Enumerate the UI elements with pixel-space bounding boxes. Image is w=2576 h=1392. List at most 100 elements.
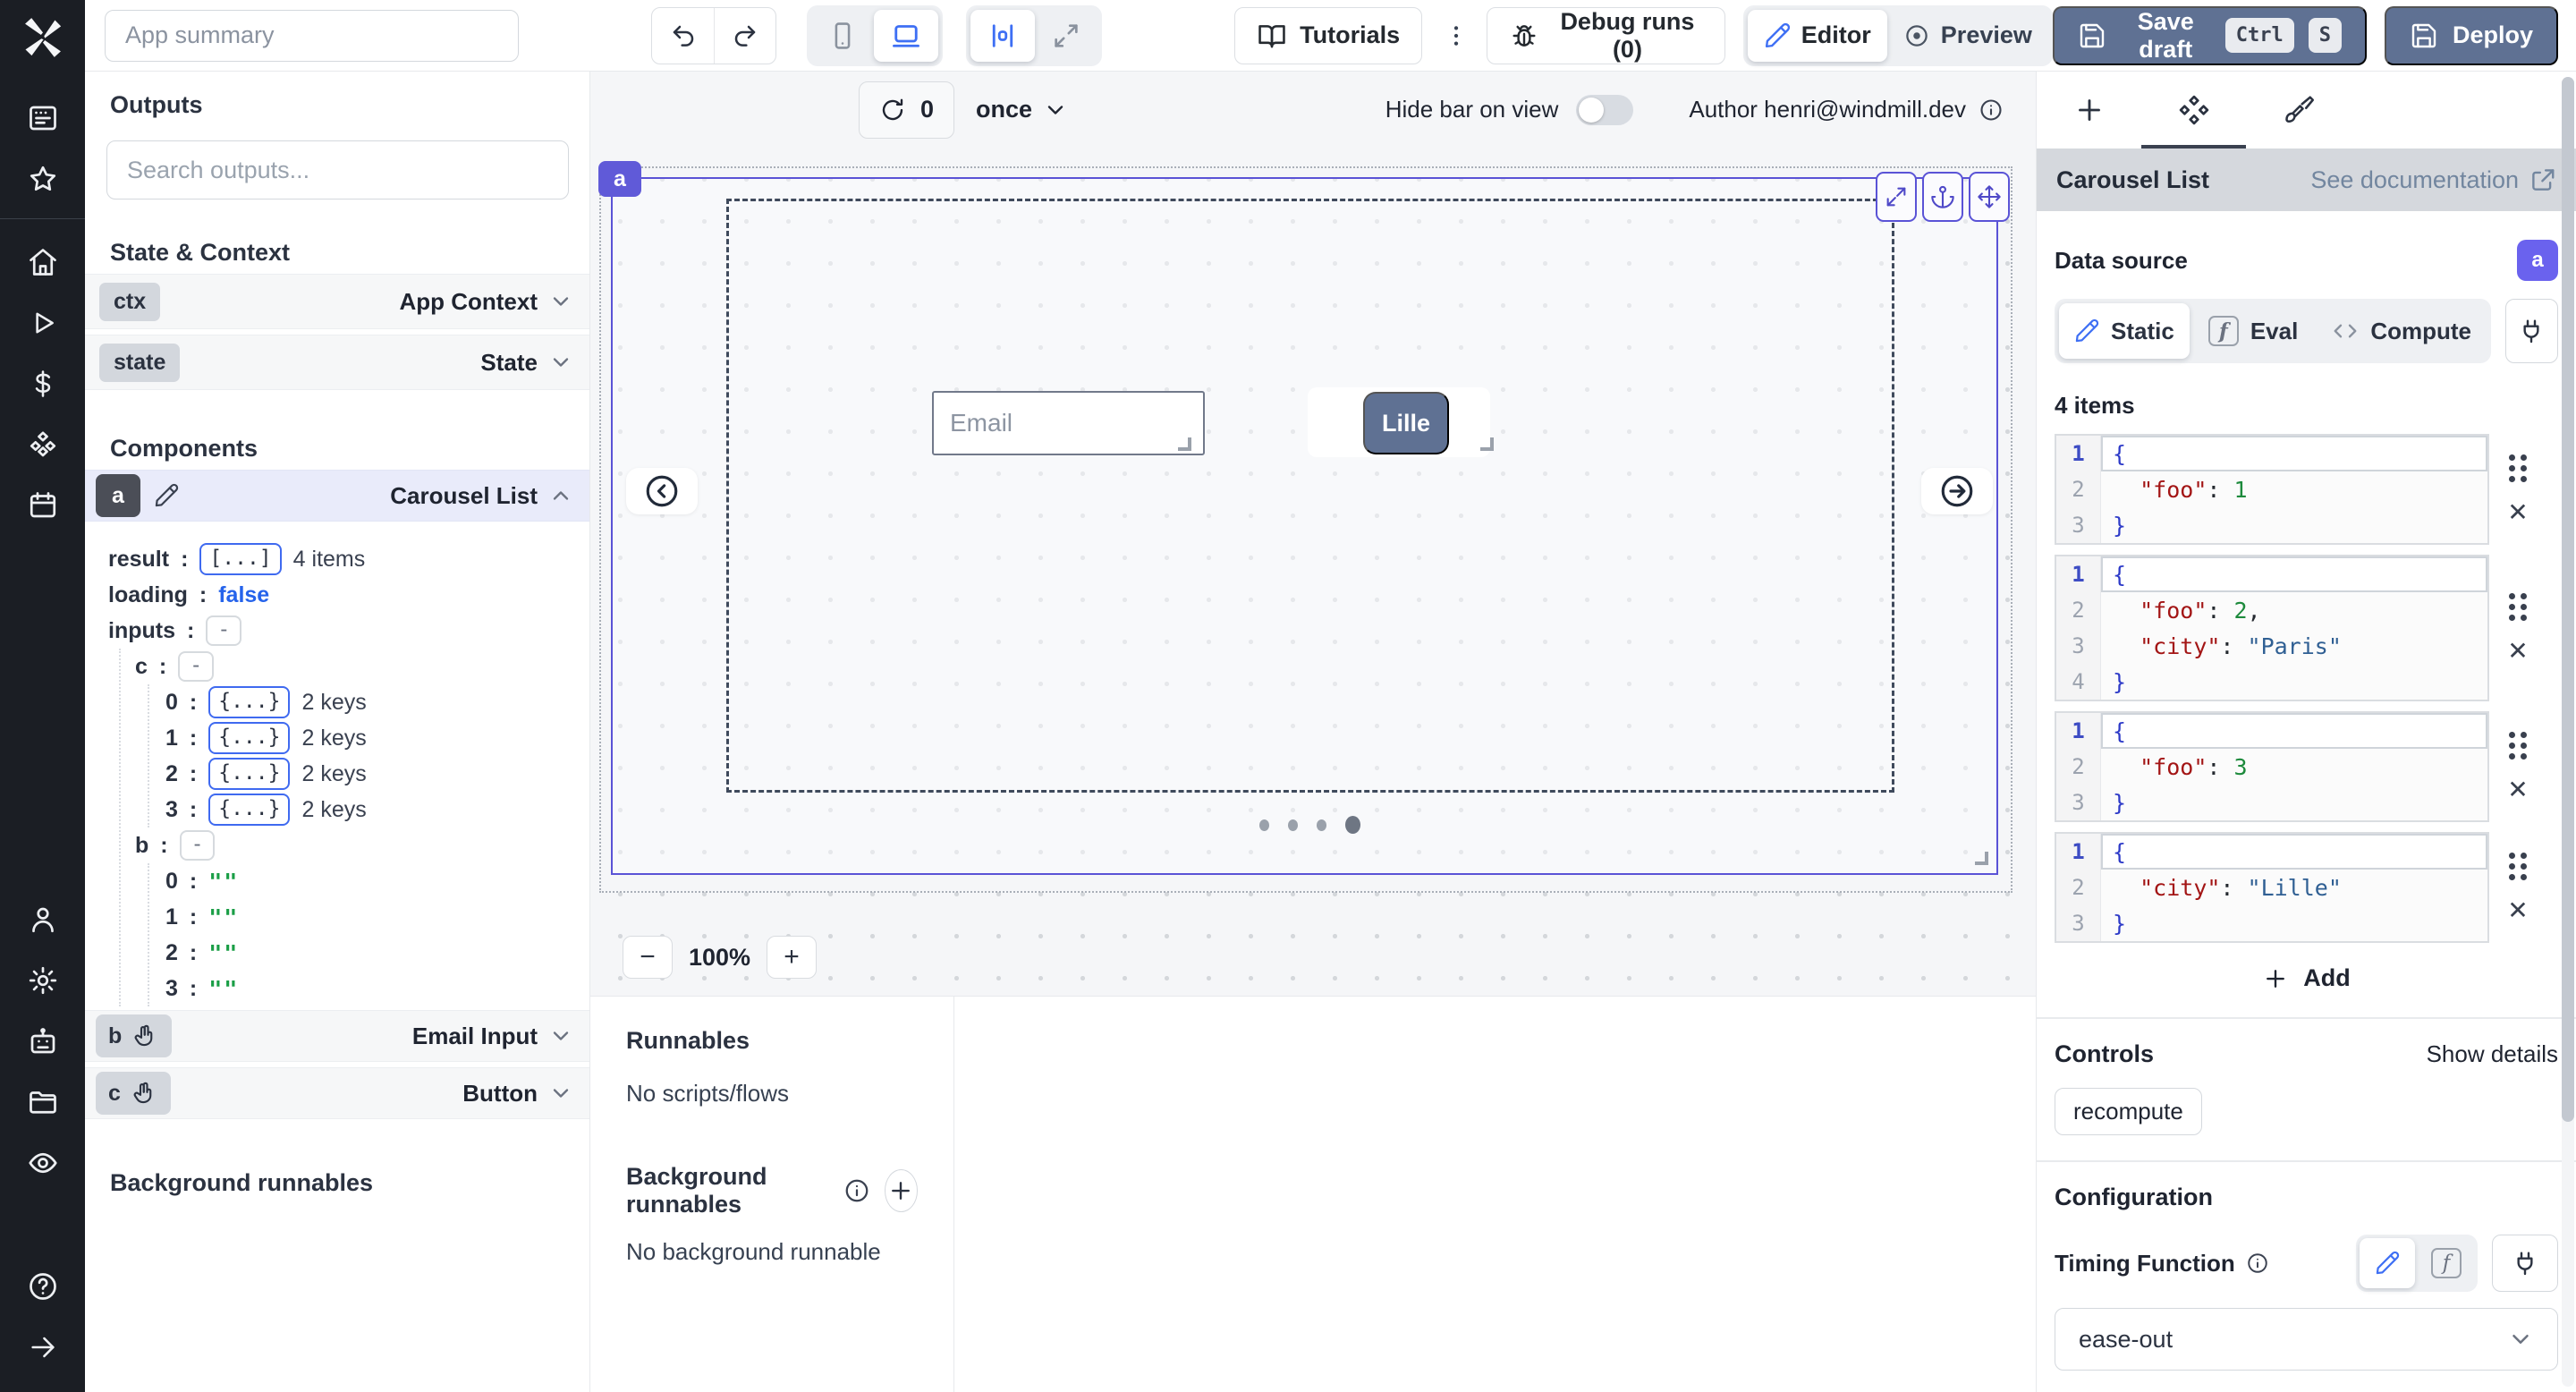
undo-button[interactable]	[652, 8, 714, 64]
chevron-down-icon[interactable]	[548, 1081, 573, 1106]
move-component-button[interactable]	[1969, 172, 2010, 222]
output-row-state[interactable]: state State	[85, 335, 589, 390]
debug-runs-button[interactable]: Debug runs (0)	[1487, 7, 1725, 64]
drag-handle-icon[interactable]	[2509, 454, 2528, 482]
static-pencil-button[interactable]	[2360, 1238, 2415, 1288]
settings-gear-icon[interactable]	[25, 963, 61, 998]
app-summary-input[interactable]	[105, 10, 519, 62]
zoom-in-button[interactable]: +	[767, 936, 817, 979]
center-align-button[interactable]	[970, 10, 1035, 62]
apps-icon[interactable]	[25, 100, 61, 136]
delete-item-icon[interactable]: ✕	[2507, 639, 2528, 664]
editor-tab[interactable]: Editor	[1748, 10, 1887, 62]
fullscreen-button[interactable]	[1035, 10, 1097, 62]
show-details-link[interactable]: Show details	[2427, 1040, 2558, 1068]
carousel-dot[interactable]	[1288, 819, 1298, 831]
carousel-dot[interactable]	[1259, 819, 1269, 831]
carousel-dot[interactable]	[1317, 819, 1326, 831]
chevron-down-icon[interactable]	[548, 350, 573, 375]
expand-component-button[interactable]	[1876, 172, 1917, 222]
save-draft-button[interactable]: Save draft Ctrl S	[2053, 6, 2367, 65]
runs-icon[interactable]	[25, 305, 61, 341]
component-row-b[interactable]: b Email Input	[85, 1010, 589, 1062]
eval-function-button[interactable]: f	[2419, 1238, 2474, 1288]
users-icon[interactable]	[25, 902, 61, 938]
lille-button-component[interactable]: Lille	[1363, 392, 1449, 454]
chevron-down-icon[interactable]	[548, 289, 573, 314]
folders-icon[interactable]	[25, 1084, 61, 1120]
collapse-button[interactable]: -	[178, 651, 214, 682]
chevron-up-icon[interactable]	[548, 483, 573, 508]
insert-component-tab[interactable]	[2037, 72, 2141, 149]
component-row-a[interactable]: a Carousel List	[85, 470, 589, 522]
windmill-logo-icon[interactable]	[20, 14, 66, 61]
deploy-button[interactable]: Deploy	[2385, 6, 2558, 65]
home-icon[interactable]	[25, 244, 61, 280]
drag-handle-icon[interactable]	[2509, 853, 2528, 880]
anchor-component-button[interactable]	[1922, 172, 1963, 222]
scrollbar-thumb[interactable]	[2562, 77, 2574, 1122]
carousel-dot-active[interactable]	[1345, 816, 1360, 834]
static-mode-button[interactable]: Static	[2059, 303, 2190, 359]
result-array-badge[interactable]: [...]	[199, 543, 281, 575]
carousel-prev-button[interactable]	[626, 468, 698, 514]
desktop-view-button[interactable]	[874, 10, 938, 62]
refresh-counter-button[interactable]: 0	[859, 81, 954, 139]
email-input-component[interactable]: Email	[932, 391, 1205, 455]
collapse-button[interactable]: -	[180, 830, 216, 861]
recompute-pill[interactable]: recompute	[2055, 1088, 2202, 1135]
resize-handle[interactable]	[1975, 852, 1988, 865]
see-documentation-link[interactable]: See documentation	[2310, 166, 2556, 194]
json-code-editor[interactable]: 1{2 "foo": 2,3 "city": "Paris"4}	[2055, 555, 2489, 701]
search-outputs-input[interactable]	[106, 140, 569, 199]
object-badge[interactable]: {...}	[208, 794, 290, 826]
canvas-component-badge[interactable]: a	[598, 161, 641, 197]
preview-tab[interactable]: Preview	[1887, 10, 2048, 62]
mobile-view-button[interactable]	[811, 10, 874, 62]
audit-logs-eye-icon[interactable]	[25, 1145, 61, 1181]
object-badge[interactable]: {...}	[208, 758, 290, 790]
json-code-editor[interactable]: 1{2 "city": "Lille"3}	[2055, 832, 2489, 943]
info-icon[interactable]	[843, 1177, 870, 1204]
json-code-editor[interactable]: 1{2 "foo": 33}	[2055, 711, 2489, 822]
resize-handle[interactable]	[1480, 437, 1494, 451]
hide-bar-toggle[interactable]	[1576, 95, 1633, 125]
connect-plug-button[interactable]	[2492, 1235, 2558, 1292]
run-mode-dropdown[interactable]: once	[976, 96, 1068, 123]
workers-icon[interactable]	[25, 1023, 61, 1059]
delete-item-icon[interactable]: ✕	[2507, 898, 2528, 923]
collapse-button[interactable]: -	[206, 615, 242, 646]
compute-mode-button[interactable]: Compute	[2317, 303, 2487, 359]
add-item-button[interactable]: Add	[2055, 964, 2558, 992]
styling-tab[interactable]	[2246, 72, 2351, 149]
zoom-out-button[interactable]: −	[623, 936, 673, 979]
expand-sidebar-icon[interactable]	[25, 1329, 61, 1365]
drag-handle-icon[interactable]	[2509, 732, 2528, 760]
json-code-editor[interactable]: 1{2 "foo": 13}	[2055, 434, 2489, 545]
resources-icon[interactable]	[25, 427, 61, 463]
redo-button[interactable]	[714, 8, 775, 64]
output-row-ctx[interactable]: ctx App Context	[85, 274, 589, 329]
component-settings-tab[interactable]	[2141, 72, 2246, 149]
rename-pencil-icon[interactable]	[144, 474, 189, 517]
scrollbar-track[interactable]	[2562, 77, 2574, 1387]
object-badge[interactable]: {...}	[208, 722, 290, 754]
more-menu-icon[interactable]	[1438, 8, 1474, 64]
tutorials-button[interactable]: Tutorials	[1234, 7, 1422, 64]
delete-item-icon[interactable]: ✕	[2507, 500, 2528, 525]
eval-mode-button[interactable]: f Eval	[2193, 303, 2314, 359]
info-icon[interactable]	[1979, 98, 2004, 123]
chevron-down-icon[interactable]	[548, 1023, 573, 1048]
info-icon[interactable]	[2246, 1252, 2269, 1275]
help-icon[interactable]	[25, 1269, 61, 1304]
favorites-star-icon[interactable]	[25, 161, 61, 197]
schedules-icon[interactable]	[25, 488, 61, 523]
object-badge[interactable]: {...}	[208, 686, 290, 718]
delete-item-icon[interactable]: ✕	[2507, 777, 2528, 802]
connect-plug-button[interactable]	[2505, 299, 2558, 363]
resize-handle[interactable]	[1178, 437, 1191, 451]
drag-handle-icon[interactable]	[2509, 593, 2528, 621]
add-background-runnable-button[interactable]	[885, 1169, 918, 1212]
timing-function-select[interactable]: ease-out	[2055, 1308, 2558, 1371]
carousel-next-button[interactable]	[1921, 468, 1993, 514]
